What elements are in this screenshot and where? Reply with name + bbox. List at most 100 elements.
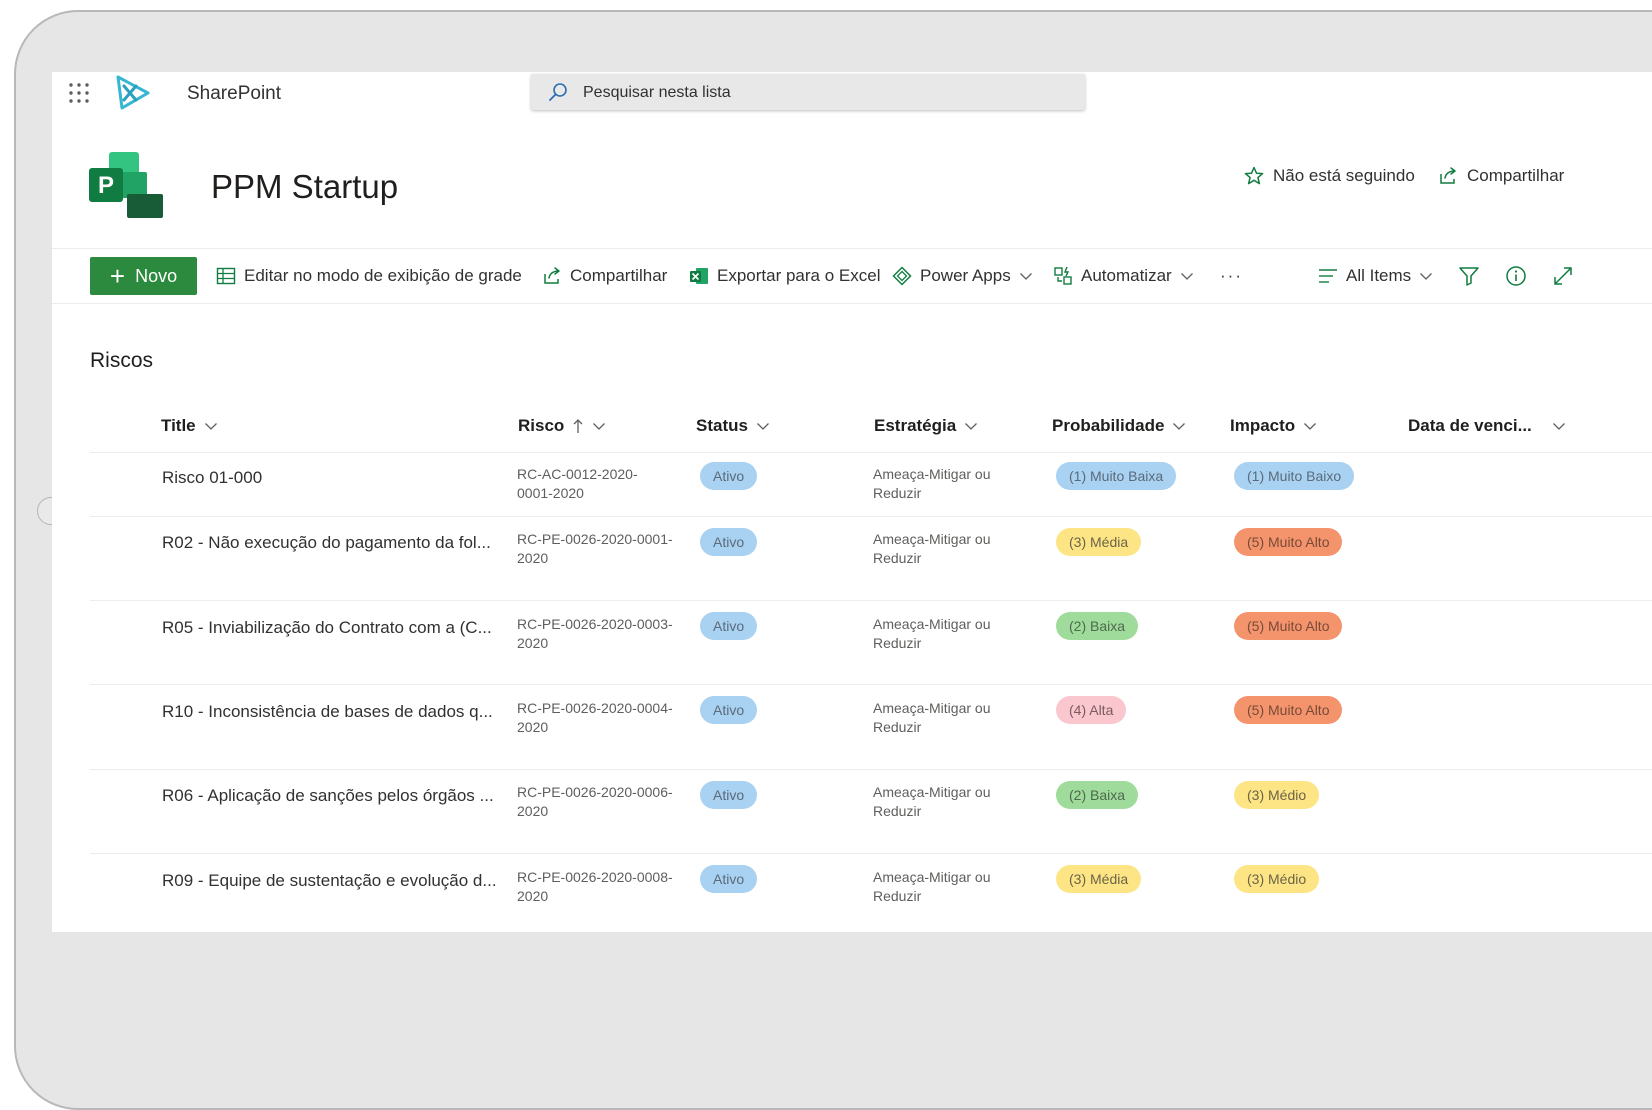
view-selector[interactable]: All Items <box>1318 257 1433 295</box>
suite-bar: SharePoint Pesquisar nesta lista <box>52 72 1652 116</box>
share-icon <box>542 266 562 286</box>
sharepoint-screen: SharePoint Pesquisar nesta lista P PPM S… <box>52 72 1652 932</box>
row-title-link[interactable]: R09 - Equipe de sustentação e evolução d… <box>162 871 497 891</box>
chevron-down-icon <box>1180 269 1194 283</box>
site-title[interactable]: PPM Startup <box>211 168 398 206</box>
status-badge: Ativo <box>700 528 758 556</box>
probabilidade-badge: (1) Muito Baixa <box>1056 462 1177 490</box>
impacto-badge: (5) Muito Alto <box>1234 528 1343 556</box>
row-divider <box>90 600 1652 601</box>
row-title-link[interactable]: Risco 01-000 <box>162 468 262 488</box>
column-header-label: Data de venci... <box>1408 416 1532 435</box>
estrategia-line1: Ameaça-Mitigar ou <box>873 784 991 800</box>
column-header-impacto[interactable]: Impacto <box>1230 416 1317 436</box>
column-header-probabilidade[interactable]: Probabilidade <box>1052 416 1186 436</box>
grid-edit-label: Editar no modo de exibição de grade <box>244 266 522 285</box>
estrategia-cell: Ameaça-Mitigar ou Reduzir <box>873 465 991 503</box>
risco-code-line1: RC-PE-0026-2020-0001- <box>517 531 673 547</box>
project-logo-icon: P <box>87 150 165 220</box>
project-logo-letter: P <box>98 172 114 199</box>
row-divider <box>90 684 1652 685</box>
column-header-status[interactable]: Status <box>696 416 770 436</box>
header-divider <box>52 248 1652 249</box>
brand-logo-icon[interactable] <box>114 74 152 112</box>
power-apps-menu[interactable]: Power Apps <box>892 257 1033 295</box>
info-icon <box>1505 265 1527 287</box>
risco-code-line1: RC-PE-0026-2020-0003- <box>517 616 673 632</box>
export-label: Exportar para o Excel <box>717 266 881 285</box>
estrategia-line2: Reduzir <box>873 635 922 651</box>
row-title-link[interactable]: R10 - Inconsistência de bases de dados q… <box>162 702 493 722</box>
chevron-down-icon <box>756 419 770 433</box>
column-header-data-vencimento[interactable]: Data de venci... <box>1408 416 1566 436</box>
export-excel-button[interactable]: Exportar para o Excel <box>689 257 880 295</box>
estrategia-cell: Ameaça-Mitigar ou Reduzir <box>873 530 991 568</box>
status-badge: Ativo <box>700 865 758 893</box>
risco-code-line2: 2020 <box>517 803 549 819</box>
risco-code-line1: RC-PE-0026-2020-0006- <box>517 784 673 800</box>
automate-icon <box>1053 266 1073 286</box>
probabilidade-badge: (2) Baixa <box>1056 612 1139 640</box>
column-header-risco[interactable]: Risco <box>518 416 606 436</box>
follow-button[interactable]: Não está seguindo <box>1244 166 1415 186</box>
status-badge: Ativo <box>700 781 758 809</box>
search-input[interactable]: Pesquisar nesta lista <box>531 74 1085 110</box>
search-icon <box>548 82 568 102</box>
chevron-down-icon <box>1419 269 1433 283</box>
info-button[interactable] <box>1505 257 1527 295</box>
filter-button[interactable] <box>1458 257 1480 295</box>
app-launcher-icon[interactable] <box>68 82 90 104</box>
filter-icon <box>1458 265 1480 287</box>
chevron-down-icon <box>1552 419 1566 433</box>
power-apps-label: Power Apps <box>920 266 1011 285</box>
sort-ascending-icon <box>572 418 584 434</box>
status-badge: Ativo <box>700 462 758 490</box>
probabilidade-badge: (3) Média <box>1056 528 1142 556</box>
risco-cell: RC-PE-0026-2020-0008- 2020 <box>517 868 673 906</box>
estrategia-line1: Ameaça-Mitigar ou <box>873 466 991 482</box>
row-title-link[interactable]: R05 - Inviabilização do Contrato com a (… <box>162 618 492 638</box>
site-share-button[interactable]: Compartilhar <box>1438 166 1564 186</box>
estrategia-line2: Reduzir <box>873 888 922 904</box>
status-badge: Ativo <box>700 696 758 724</box>
new-button[interactable]: + Novo <box>90 257 197 295</box>
chevron-down-icon <box>204 419 218 433</box>
row-divider <box>90 516 1652 517</box>
column-header-label: Estratégia <box>874 416 957 435</box>
risco-code-line2: 2020 <box>517 635 549 651</box>
row-title-link[interactable]: R02 - Não execução do pagamento da fol..… <box>162 533 491 553</box>
grid-edit-button[interactable]: Editar no modo de exibição de grade <box>216 257 522 295</box>
command-bar-divider <box>52 303 1652 304</box>
automate-menu[interactable]: Automatizar <box>1053 257 1194 295</box>
probabilidade-badge: (2) Baixa <box>1056 781 1139 809</box>
column-header-estrategia[interactable]: Estratégia <box>874 416 978 436</box>
chevron-down-icon <box>1303 419 1317 433</box>
risco-code-line2: 2020 <box>517 550 549 566</box>
risco-code-line1: RC-AC-0012-2020- <box>517 466 638 482</box>
chevron-down-icon <box>1172 419 1186 433</box>
risco-code-line1: RC-PE-0026-2020-0008- <box>517 869 673 885</box>
status-badge: Ativo <box>700 612 758 640</box>
risco-code-line2: 2020 <box>517 719 549 735</box>
impacto-badge: (5) Muito Alto <box>1234 696 1343 724</box>
row-title-link[interactable]: R06 - Aplicação de sanções pelos órgãos … <box>162 786 494 806</box>
fullscreen-button[interactable] <box>1552 257 1574 295</box>
impacto-badge: (1) Muito Baixo <box>1234 462 1355 490</box>
more-commands-button[interactable]: ··· <box>1220 257 1243 295</box>
app-name[interactable]: SharePoint <box>187 83 281 105</box>
power-apps-icon <box>892 266 912 286</box>
estrategia-line2: Reduzir <box>873 803 922 819</box>
share-label: Compartilhar <box>570 266 668 285</box>
risco-code-line1: RC-PE-0026-2020-0004- <box>517 700 673 716</box>
excel-icon <box>689 266 709 286</box>
risco-cell: RC-PE-0026-2020-0003- 2020 <box>517 615 673 653</box>
site-share-label: Compartilhar <box>1467 166 1565 185</box>
follow-label: Não está seguindo <box>1273 166 1415 185</box>
risco-cell: RC-PE-0026-2020-0006- 2020 <box>517 783 673 821</box>
probabilidade-badge: (4) Alta <box>1056 696 1127 724</box>
probabilidade-badge: (3) Média <box>1056 865 1142 893</box>
column-header-title[interactable]: Title <box>161 416 218 436</box>
chevron-down-icon <box>592 419 606 433</box>
impacto-badge: (5) Muito Alto <box>1234 612 1343 640</box>
share-button[interactable]: Compartilhar <box>542 257 667 295</box>
